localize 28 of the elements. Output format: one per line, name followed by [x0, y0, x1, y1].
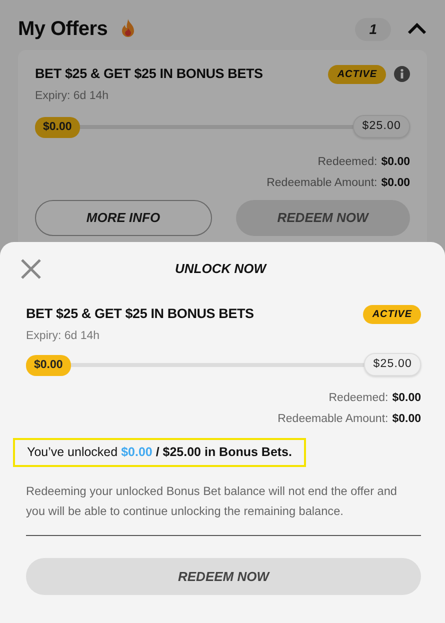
info-icon[interactable]	[394, 66, 410, 82]
status-badge: ACTIVE	[363, 304, 421, 324]
stat-value: $0.00	[381, 154, 410, 170]
expiry-text: Expiry: 6d 14h	[35, 89, 110, 104]
progress-thumb: $0.00	[26, 354, 71, 376]
progress-thumb: $0.00	[35, 116, 80, 138]
progress-end-label: $25.00	[364, 352, 421, 376]
offer-title: BET $25 & GET $25 IN BONUS BETS	[35, 65, 263, 83]
section-title: My Offers	[18, 17, 108, 42]
stat-value: $0.00	[381, 176, 410, 191]
close-button[interactable]	[20, 258, 42, 280]
chevron-up-icon	[407, 22, 427, 35]
stat-label: Redeemed:	[328, 390, 388, 406]
stat-label: Redeemable Amount:	[266, 176, 378, 191]
stat-value: $0.00	[392, 390, 421, 406]
info-paragraph: Redeeming your unlocked Bonus Bet balance will not end the offer and you will be able to continue unlocking the remaining balance.	[26, 482, 398, 520]
expiry-text: Expiry: 6d 14h	[26, 329, 101, 344]
progress-end-label: $25.00	[353, 114, 410, 138]
stat-label: Redeemed:	[318, 154, 378, 170]
more-info-button[interactable]: MORE INFO	[35, 200, 212, 236]
status-badge: ACTIVE	[328, 64, 386, 84]
stat-label: Redeemable Amount:	[278, 412, 388, 427]
offer-title: BET $25 & GET $25 IN BONUS BETS	[26, 305, 254, 323]
offer-count: 1	[355, 18, 391, 40]
sheet-title: UNLOCK NOW	[175, 260, 268, 278]
flame-icon	[120, 19, 136, 39]
unlocked-summary: You’ve unlocked $0.00 / $25.00 in Bonus Bets.	[13, 438, 306, 467]
stat-value: $0.00	[392, 412, 421, 427]
